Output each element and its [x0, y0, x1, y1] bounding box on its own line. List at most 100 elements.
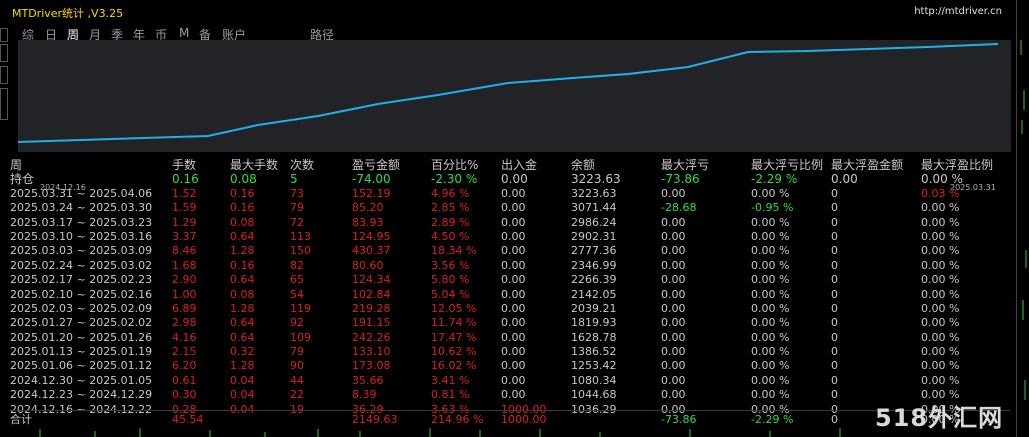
position-pnl: -74.00	[352, 172, 391, 187]
tab-magic[interactable]: M	[179, 26, 189, 40]
cell-trades: 73	[290, 186, 304, 200]
position-max-lots: 0.08	[230, 172, 257, 187]
cell-mfl: 0.00	[661, 215, 686, 229]
cell-pnl: 80.60	[352, 258, 384, 272]
total-max-float-loss-pct: -2.29 %	[751, 413, 794, 426]
cell-trades: 79	[290, 345, 304, 359]
cell-mflp: 0.00 %	[751, 359, 790, 373]
cell-balance: 3071.44	[571, 201, 617, 215]
col-pnl: 盈亏金额	[352, 158, 401, 172]
cell-mflp: 0.00 %	[751, 258, 790, 272]
side-marker	[0, 28, 8, 42]
cell-deposit: 0.00	[501, 359, 526, 373]
cell-max_lots: 0.64	[230, 330, 255, 344]
position-row[interactable]: 持仓 0.16 0.08 5 -74.00 -2.30 % 0.00 3223.…	[10, 172, 1010, 186]
weekly-stats-table: 周 手数 最大手数 次数 盈亏金额 百分比% 出入金 余额 最大浮亏 最大浮亏比…	[10, 158, 1010, 417]
table-row[interactable]: 2025.03.17 ~ 2025.03.23 1.29 0.08 72 83.93 2.…	[10, 216, 1010, 230]
table-row[interactable]: 2025.01.27 ~ 2025.02.02 2.98 0.64 92 191.15 1…	[10, 316, 1010, 330]
cell-mfpp: 0.03 %	[921, 186, 960, 200]
table-row[interactable]: 2024.12.30 ~ 2025.01.05 0.61 0.04 44 35.66 3.…	[10, 374, 1010, 388]
cell-trades: 119	[290, 301, 311, 315]
cell-mflp: -0.95 %	[751, 201, 794, 215]
cell-mfl: 0.00	[661, 258, 686, 272]
table-row[interactable]: 2025.03.24 ~ 2025.03.30 1.59 0.16 79 85.20 2.…	[10, 201, 1010, 215]
table-row[interactable]: 2025.01.13 ~ 2025.01.19 2.15 0.32 79 133.10 1…	[10, 345, 1010, 359]
cell-mfp: 0	[831, 244, 838, 258]
position-max-float-loss-pct: -2.29 %	[751, 172, 798, 187]
candle-strip	[39, 428, 841, 437]
table-row[interactable]: 2025.02.03 ~ 2025.02.09 6.89 1.28 119 219.28…	[10, 302, 1010, 316]
position-deposit: 0.00	[501, 172, 528, 187]
position-max-float-profit-pct: 0.00 %	[921, 172, 963, 187]
cell-lots: 6.89	[172, 301, 197, 315]
cell-period: 2024.12.23 ~ 2024.12.29	[10, 388, 153, 402]
total-lots: 45.54	[172, 413, 204, 426]
cell-trades: 65	[290, 273, 304, 287]
cell-mflp: 0.00 %	[751, 287, 790, 301]
cell-mflp: 0.00 %	[751, 316, 790, 330]
cell-mflp: 0.00 %	[751, 388, 790, 402]
cell-max_lots: 0.08	[230, 287, 255, 301]
cell-max_lots: 1.28	[230, 244, 255, 258]
cell-lots: 2.15	[172, 345, 197, 359]
cell-mfl: 0.00	[661, 316, 686, 330]
cell-mflp: 0.00 %	[751, 215, 790, 229]
cell-pct: 3.41 %	[431, 373, 470, 387]
cell-trades: 54	[290, 287, 304, 301]
cell-mfpp: 0.00 %	[921, 273, 960, 287]
side-marker	[0, 66, 8, 84]
cell-mflp: 0.00 %	[751, 345, 790, 359]
position-max-float-profit: 0.00	[831, 172, 858, 187]
cell-deposit: 0.00	[501, 301, 526, 315]
stats-window: MTDriver统计 ,V3.25 http://mtdriver.cn 综 日…	[0, 0, 1017, 437]
cell-lots: 1.59	[172, 201, 197, 215]
table-row[interactable]: 2025.03.03 ~ 2025.03.09 8.46 1.28 150 430.37…	[10, 244, 1010, 258]
cell-mfpp: 0.00 %	[921, 287, 960, 301]
col-period: 周	[10, 158, 23, 172]
cell-lots: 2.90	[172, 273, 197, 287]
cell-mfpp: 0.00 %	[921, 316, 960, 330]
cell-mfpp: 0.00 %	[921, 258, 960, 272]
table-row[interactable]: 2025.02.24 ~ 2025.03.02 1.68 0.16 82 80.60 3.…	[10, 259, 1010, 273]
table-body: 2025.03.31 ~ 2025.04.06 1.52 0.16 73 152.19 4…	[10, 187, 1010, 417]
balance-curve-chart: 2024.12.16 2025.03.31	[18, 40, 1011, 192]
position-label: 持仓	[10, 172, 35, 187]
cell-mfpp: 0.00 %	[921, 330, 960, 344]
cell-trades: 113	[290, 229, 311, 243]
table-row[interactable]: 2025.01.06 ~ 2025.01.12 6.20 1.28 90 173.08 1…	[10, 359, 1010, 373]
cell-pct: 10.62 %	[431, 345, 477, 359]
cell-deposit: 0.00	[501, 229, 526, 243]
cell-pct: 12.05 %	[431, 301, 477, 315]
total-row[interactable]: 合计 45.54 2149.63 214.96 % 1000.00 -73.86…	[10, 413, 1010, 427]
cell-period: 2025.03.03 ~ 2025.03.09	[10, 244, 153, 258]
cell-trades: 44	[290, 373, 304, 387]
table-row[interactable]: 2025.02.10 ~ 2025.02.16 1.00 0.08 54 102.84 5…	[10, 288, 1010, 302]
cell-balance: 1044.68	[571, 388, 617, 402]
cell-period: 2025.01.06 ~ 2025.01.12	[10, 359, 153, 373]
cell-lots: 1.52	[172, 186, 197, 200]
cell-balance: 2142.05	[571, 287, 617, 301]
cell-mfp: 0	[831, 273, 838, 287]
table-row[interactable]: 2025.03.10 ~ 2025.03.16 3.37 0.64 113 124.95…	[10, 230, 1010, 244]
col-lots: 手数	[172, 158, 197, 172]
position-balance: 3223.63	[571, 172, 621, 187]
cell-mfl: 0.00	[661, 244, 686, 258]
cell-max_lots: 1.28	[230, 301, 255, 315]
website-link[interactable]: http://mtdriver.cn	[914, 6, 1002, 17]
total-pnl: 2149.63	[352, 413, 398, 426]
cell-max_lots: 0.16	[230, 201, 255, 215]
cell-max_lots: 0.16	[230, 258, 255, 272]
cell-mfpp: 0.00 %	[921, 301, 960, 315]
cell-balance: 2777.36	[571, 244, 617, 258]
cell-lots: 0.61	[172, 373, 197, 387]
table-header: 周 手数 最大手数 次数 盈亏金额 百分比% 出入金 余额 最大浮亏 最大浮亏比…	[10, 158, 1010, 172]
table-row[interactable]: 2025.03.31 ~ 2025.04.06 1.52 0.16 73 152.19 4…	[10, 187, 1010, 201]
table-row[interactable]: 2024.12.23 ~ 2024.12.29 0.30 0.04 22 8.39 0.8…	[10, 388, 1010, 402]
table-row[interactable]: 2025.01.20 ~ 2025.01.26 4.16 0.64 109 242.26…	[10, 331, 1010, 345]
cell-balance: 2346.99	[571, 258, 617, 272]
cell-balance: 2902.31	[571, 229, 617, 243]
cell-max_lots: 0.16	[230, 186, 255, 200]
table-row[interactable]: 2025.02.17 ~ 2025.02.23 2.90 0.64 65 124.34 5…	[10, 273, 1010, 287]
cell-mfp: 0	[831, 316, 838, 330]
total-max-float-loss: -73.86	[661, 413, 697, 426]
